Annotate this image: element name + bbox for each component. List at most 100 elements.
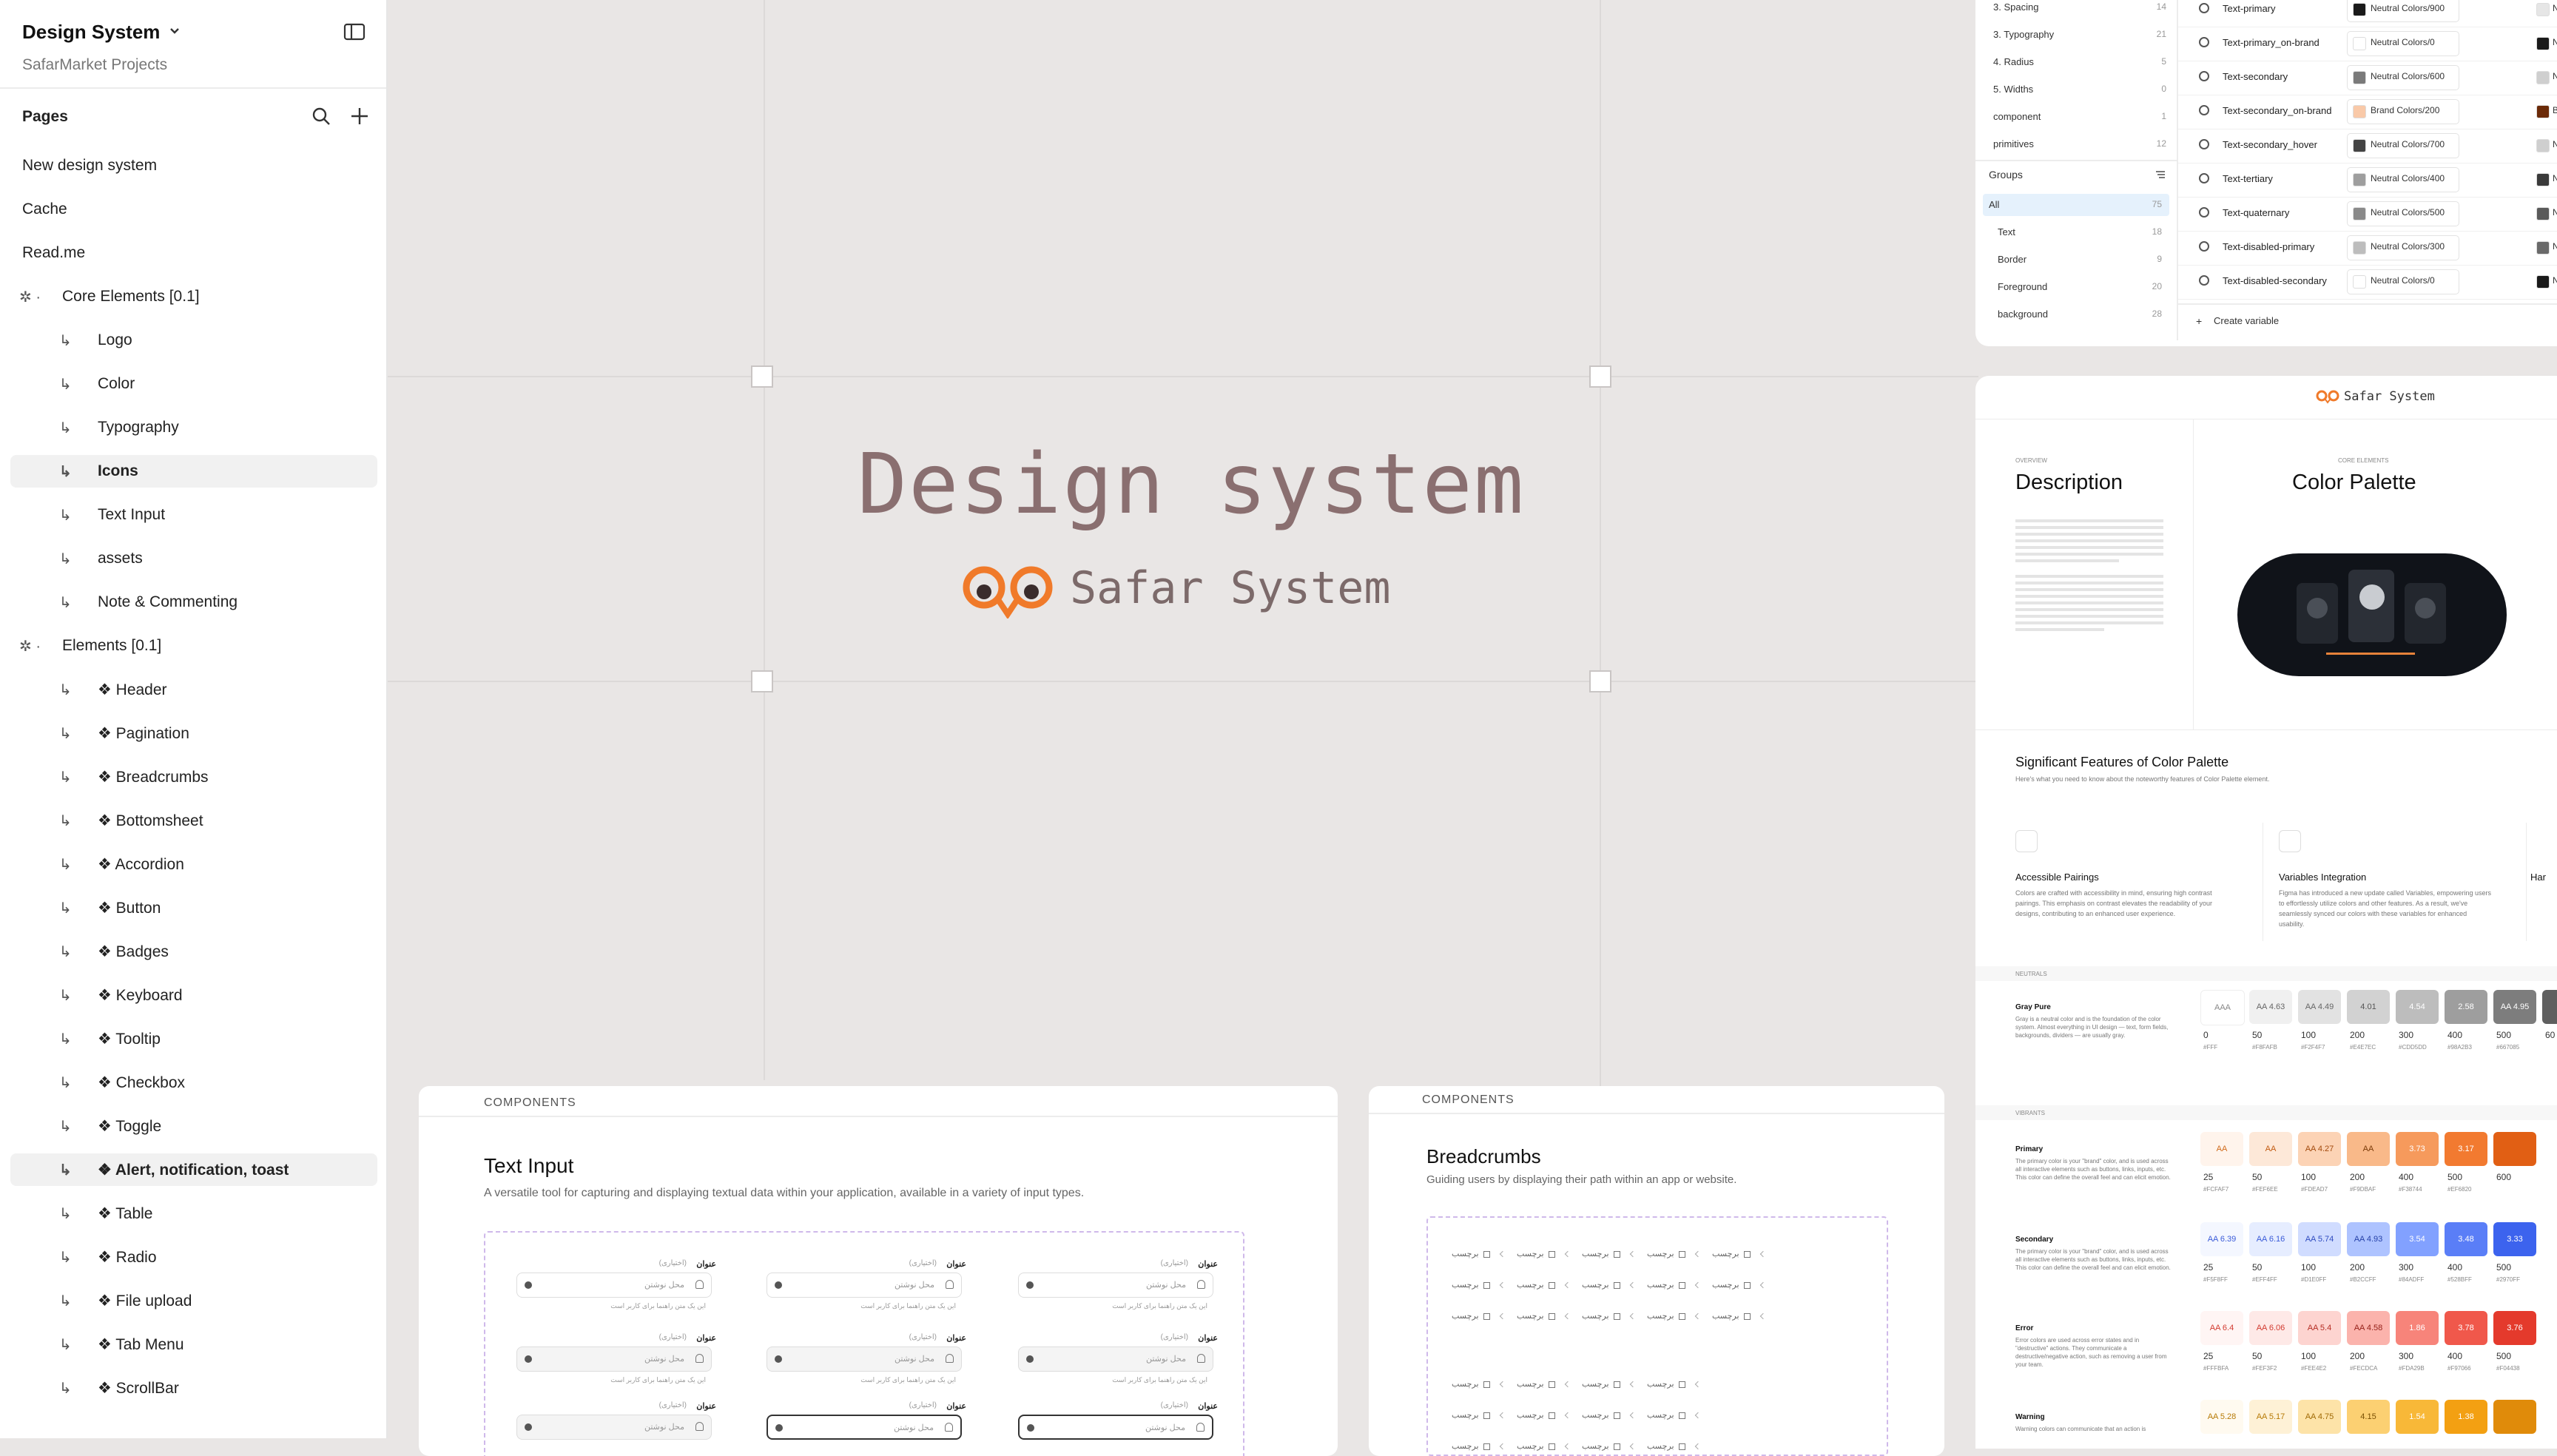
add-page-icon[interactable] (349, 106, 370, 127)
group-item[interactable]: background 28 (1983, 303, 2169, 326)
variable-row[interactable]: Text-quaternary Neutral Colors/500 Ne (2178, 197, 2557, 232)
search-icon[interactable] (311, 106, 331, 127)
resize-handle[interactable] (1589, 670, 1611, 692)
collection-item[interactable]: 3. Spacing 14 (1986, 0, 2178, 21)
page-item[interactable]: ↳ ❖ Tab Menu (10, 1328, 377, 1361)
collection-item[interactable]: component 1 (1986, 104, 2178, 130)
color-chip[interactable] (2542, 990, 2557, 1024)
color-chip[interactable]: 3.54 (2396, 1222, 2439, 1256)
breadcrumb-item[interactable]: برچسب (1517, 1311, 1571, 1321)
page-item[interactable]: New design system (10, 149, 377, 182)
variable-row[interactable]: Text-secondary_hover Neutral Colors/700 Ne (2178, 129, 2557, 164)
breadcrumb-item[interactable]: برچسب (1452, 1249, 1506, 1258)
page-item[interactable]: ↳ Logo (10, 324, 377, 357)
color-chip[interactable]: 3.78 (2445, 1311, 2487, 1345)
page-item[interactable]: ↳ Icons (10, 455, 377, 488)
breadcrumb-item[interactable]: برچسب (1647, 1249, 1701, 1258)
page-item[interactable]: ↳ ❖ Alert, notification, toast (10, 1153, 377, 1186)
breadcrumb-item[interactable]: برچسب (1452, 1410, 1506, 1420)
input-box[interactable]: محل نوشتن (516, 1273, 712, 1298)
variable-row[interactable]: Text-secondary_on-brand Brand Colors/200 B… (2178, 95, 2557, 129)
page-item[interactable]: ↳ assets (10, 542, 377, 575)
color-chip[interactable]: 3.73 (2396, 1132, 2439, 1166)
breadcrumb-item[interactable]: برچسب (1517, 1280, 1571, 1290)
breadcrumb-item[interactable]: برچسب (1647, 1379, 1701, 1389)
input-box[interactable]: محل نوشتن (516, 1347, 712, 1372)
group-item[interactable]: All 75 (1983, 194, 2169, 216)
hero-title[interactable]: Design system (762, 437, 1620, 533)
collection-item[interactable]: 4. Radius 5 (1986, 49, 2178, 75)
color-chip[interactable]: 4.54 (2396, 990, 2439, 1024)
text-input-field[interactable]: عنوان (اختیاری) محل نوشتن این یک متن راهنما… (516, 1259, 716, 1318)
page-item[interactable]: ↳ ❖ ScrollBar (10, 1372, 377, 1404)
breadcrumb-item[interactable]: برچسب (1517, 1441, 1571, 1451)
color-chip[interactable]: AA 6.16 (2249, 1222, 2292, 1256)
text-input-field[interactable]: عنوان (اختیاری) محل نوشتن (516, 1401, 716, 1456)
color-chip[interactable] (2493, 1132, 2536, 1166)
resize-handle[interactable] (1589, 365, 1611, 388)
variable-row[interactable]: Text-tertiary Neutral Colors/400 Ne (2178, 163, 2557, 198)
breadcrumb-item[interactable]: برچسب (1647, 1280, 1701, 1290)
breadcrumb-item[interactable]: برچسب (1582, 1410, 1636, 1420)
group-item[interactable]: Foreground 20 (1983, 276, 2169, 298)
page-item[interactable]: Cache (10, 193, 377, 226)
breadcrumb-item[interactable]: برچسب (1582, 1280, 1636, 1290)
color-chip[interactable]: 1.38 (2445, 1400, 2487, 1434)
project-name[interactable]: SafarMarket Projects (22, 56, 167, 74)
input-box[interactable]: محل نوشتن (516, 1415, 712, 1440)
color-chip[interactable]: AA 5.74 (2298, 1222, 2341, 1256)
input-box[interactable]: محل نوشتن (1018, 1347, 1213, 1372)
breadcrumb-item[interactable]: برچسب (1582, 1379, 1636, 1389)
resize-handle[interactable] (751, 670, 773, 692)
collection-item[interactable]: 5. Widths 0 (1986, 76, 2178, 103)
color-chip[interactable]: AA 4.63 (2249, 990, 2292, 1024)
color-chip[interactable]: 4.15 (2347, 1400, 2390, 1434)
page-item[interactable]: ↳ ❖ Keyboard (10, 979, 377, 1011)
text-input-field[interactable]: عنوان (اختیاری) محل نوشتن این یک متن راهنما… (767, 1259, 966, 1318)
breadcrumb-item[interactable]: برچسب (1452, 1280, 1506, 1290)
color-chip[interactable]: 1.54 (2396, 1400, 2439, 1434)
color-chip[interactable]: AA 4.75 (2298, 1400, 2341, 1434)
breadcrumb-item[interactable]: برچسب (1452, 1379, 1506, 1389)
color-chip[interactable]: 2.58 (2445, 990, 2487, 1024)
color-chip[interactable]: 3.33 (2493, 1222, 2536, 1256)
breadcrumb-item[interactable]: برچسب (1712, 1280, 1766, 1290)
variable-row[interactable]: Text-disabled-secondary Neutral Colors/0 N… (2178, 265, 2557, 300)
color-chip[interactable]: AA 5.17 (2249, 1400, 2292, 1434)
breadcrumb-item[interactable]: برچسب (1452, 1441, 1506, 1451)
color-chip[interactable]: AA 6.39 (2200, 1222, 2243, 1256)
page-item[interactable]: ↳ Text Input (10, 499, 377, 531)
color-chip[interactable]: 3.76 (2493, 1311, 2536, 1345)
page-item[interactable]: ↳ ❖ Button (10, 892, 377, 924)
color-chip[interactable]: 3.48 (2445, 1222, 2487, 1256)
page-item[interactable]: ↳ Note & Commenting (10, 586, 377, 619)
breadcrumb-item[interactable]: برچسب (1582, 1441, 1636, 1451)
color-chip[interactable]: AA 6.06 (2249, 1311, 2292, 1345)
input-box[interactable]: محل نوشتن (767, 1347, 962, 1372)
page-item[interactable]: ↳ Typography (10, 411, 377, 444)
text-input-field[interactable]: عنوان (اختیاری) محل نوشتن این یک متن راهنما… (1018, 1333, 1218, 1392)
page-item[interactable]: ↳ ❖ Tooltip (10, 1022, 377, 1055)
page-item[interactable]: Read.me (10, 237, 377, 269)
color-chip[interactable]: AA 4.49 (2298, 990, 2341, 1024)
breadcrumb-item[interactable]: برچسب (1517, 1410, 1571, 1420)
color-chip[interactable]: AA (2200, 1132, 2243, 1166)
breadcrumb-item[interactable]: برچسب (1712, 1249, 1766, 1258)
text-input-field[interactable]: عنوان (اختیاری) محل نوشتن این یک متن راهنما… (1018, 1259, 1218, 1318)
create-variable-button[interactable]: Create variable (2214, 315, 2279, 326)
variable-row[interactable]: Text-primary Neutral Colors/900 Ne (2178, 0, 2557, 27)
page-item[interactable]: ↳ ❖ File upload (10, 1284, 377, 1317)
color-chip[interactable]: AA 5.28 (2200, 1400, 2243, 1434)
breadcrumb-item[interactable]: برچسب (1452, 1311, 1506, 1321)
color-chip[interactable]: AA 4.93 (2347, 1222, 2390, 1256)
page-item[interactable]: ↳ ❖ Bottomsheet (10, 804, 377, 837)
page-item[interactable]: ↳ ❖ Pagination (10, 717, 377, 749)
page-item[interactable]: ✲ · Core Elements [0.1] (10, 280, 377, 313)
variable-row[interactable]: Text-secondary Neutral Colors/600 Ne (2178, 61, 2557, 95)
color-chip[interactable]: AA 6.4 (2200, 1311, 2243, 1345)
group-item[interactable]: Border 9 (1983, 249, 2169, 271)
breadcrumb-item[interactable]: برچسب (1582, 1249, 1636, 1258)
page-item[interactable]: ↳ ❖ Toggle (10, 1110, 377, 1142)
input-box[interactable]: محل نوشتن (1018, 1273, 1213, 1298)
collection-item[interactable]: primitives 12 (1986, 131, 2178, 158)
